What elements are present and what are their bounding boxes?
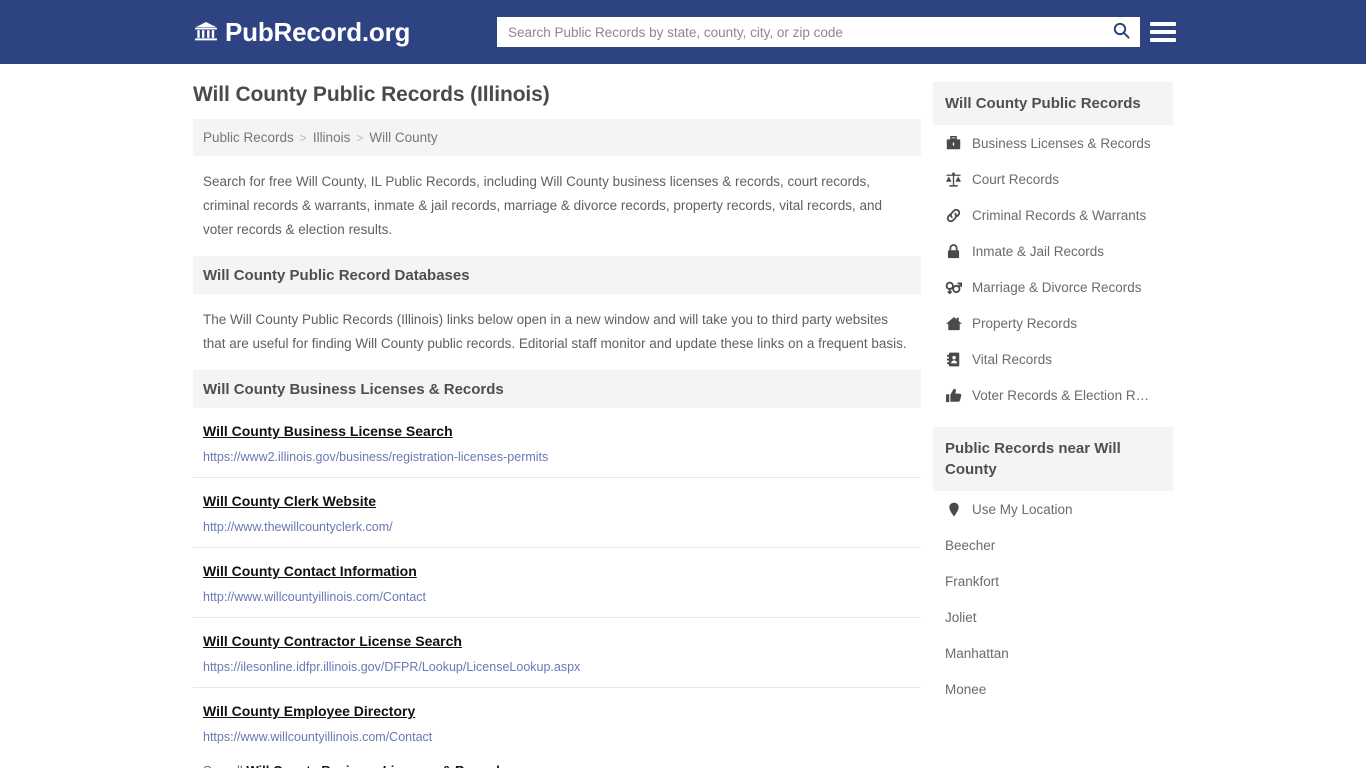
databases-description-text: The Will County Public Records (Illinois…: [203, 312, 907, 352]
hamburger-bar: [1150, 30, 1176, 34]
hamburger-bar: [1150, 38, 1176, 42]
list-item: Will County Contact Information http://w…: [193, 548, 921, 619]
result-link-url[interactable]: http://www.thewillcountyclerk.com/: [203, 519, 911, 535]
top-navigation-bar: PubRecord.org: [0, 0, 1366, 64]
business-links-list: Will County Business License Search http…: [193, 408, 921, 757]
sidebar-item-court-records[interactable]: Court Records: [933, 161, 1173, 197]
search-button[interactable]: [1103, 18, 1139, 46]
sidebar-item-label: Property Records: [972, 315, 1078, 331]
result-link-title[interactable]: Will County Business License Search: [203, 422, 453, 440]
sidebar-item-label: Inmate & Jail Records: [972, 243, 1105, 259]
sidebar-item-label: Voter Records & Election R…: [972, 387, 1150, 403]
sidebar-item-label: Joliet: [945, 609, 977, 625]
section-heading-business-licenses: Will County Business Licenses & Records: [193, 370, 921, 409]
sidebar-item-label: Vital Records: [972, 351, 1053, 367]
see-all-business-licenses-link[interactable]: Will County Business Licenses & Records: [246, 763, 507, 768]
sidebar-item-label: Court Records: [972, 171, 1060, 187]
sidebar-item-frankfort[interactable]: Frankfort: [933, 563, 1173, 599]
address-book-icon: [945, 352, 962, 367]
sidebar: Will County Public Records Business Lice…: [933, 82, 1173, 707]
sidebar-item-label: Manhattan: [945, 645, 1009, 661]
result-link-url[interactable]: https://www.willcountyillinois.com/Conta…: [203, 729, 911, 745]
balance-scale-icon: [945, 171, 962, 187]
site-logo-text: PubRecord.org: [225, 17, 411, 47]
sidebar-records-list: Business Licenses & Records Court Record…: [933, 125, 1173, 413]
sidebar-item-label: Use My Location: [972, 501, 1073, 517]
search-bar: [497, 17, 1140, 47]
breadcrumb-separator-icon: >: [356, 130, 364, 145]
sidebar-item-label: Business Licenses & Records: [972, 135, 1151, 151]
sidebar-item-beecher[interactable]: Beecher: [933, 527, 1173, 563]
sidebar-item-business-licenses[interactable]: Business Licenses & Records: [933, 125, 1173, 161]
sidebar-nearby-list: Use My Location Beecher Frankfort Joliet: [933, 491, 1173, 707]
result-link-title[interactable]: Will County Contact Information: [203, 562, 417, 580]
thumbs-up-icon: [945, 388, 962, 403]
lock-icon: [945, 243, 962, 259]
sidebar-item-inmate-jail-records[interactable]: Inmate & Jail Records: [933, 233, 1173, 269]
sidebar-item-marriage-divorce-records[interactable]: Marriage & Divorce Records: [933, 269, 1173, 305]
content-container: Will County Public Records (Illinois) Pu…: [193, 82, 1173, 768]
search-input[interactable]: [498, 18, 1103, 46]
sidebar-item-label: Beecher: [945, 537, 996, 553]
see-all-row: See all Will County Business Licenses & …: [193, 757, 921, 768]
sidebar-item-label: Criminal Records & Warrants: [972, 207, 1147, 223]
result-link-title[interactable]: Will County Contractor License Search: [203, 632, 462, 650]
page-body: Will County Public Records (Illinois) Pu…: [0, 64, 1366, 768]
sidebar-item-property-records[interactable]: Property Records: [933, 305, 1173, 341]
bank-icon: [195, 20, 217, 44]
sidebar-item-label: Monee: [945, 681, 987, 697]
map-pin-icon: [945, 502, 962, 517]
briefcase-icon: [945, 136, 962, 150]
breadcrumb-item-illinois[interactable]: Illinois: [313, 130, 351, 145]
sidebar-item-voter-records[interactable]: Voter Records & Election R…: [933, 377, 1173, 413]
intro-summary-text: Search for free Will County, IL Public R…: [203, 174, 882, 238]
sidebar-heading-nearby-records: Public Records near Will County: [933, 427, 1173, 491]
sidebar-item-vital-records[interactable]: Vital Records: [933, 341, 1173, 377]
sidebar-item-monee[interactable]: Monee: [933, 671, 1173, 707]
sidebar-item-joliet[interactable]: Joliet: [933, 599, 1173, 635]
result-link-title[interactable]: Will County Employee Directory: [203, 702, 415, 720]
sidebar-item-label: Marriage & Divorce Records: [972, 279, 1142, 295]
breadcrumb: Public Records > Illinois > Will County: [193, 119, 921, 157]
sidebar-item-label: Frankfort: [945, 573, 1000, 589]
breadcrumb-separator-icon: >: [299, 130, 307, 145]
home-icon: [945, 316, 962, 331]
list-item: Will County Business License Search http…: [193, 408, 921, 479]
section-heading-public-record-databases: Will County Public Record Databases: [193, 256, 921, 295]
search-icon: [1113, 22, 1130, 42]
page-title: Will County Public Records (Illinois): [193, 83, 550, 106]
list-item: Will County Contractor License Search ht…: [193, 618, 921, 689]
chain-link-icon: [945, 208, 962, 223]
breadcrumb-item-will-county: Will County: [369, 130, 438, 146]
result-link-url[interactable]: https://www2.illinois.gov/business/regis…: [203, 449, 911, 465]
breadcrumb-item-public-records[interactable]: Public Records: [203, 130, 294, 145]
list-item: Will County Employee Directory https://w…: [193, 688, 921, 757]
see-all-prefix: See all: [203, 763, 243, 768]
venus-mars-icon: [945, 280, 962, 295]
sidebar-item-use-my-location[interactable]: Use My Location: [933, 491, 1173, 527]
site-logo-link[interactable]: PubRecord.org: [195, 0, 410, 64]
result-link-url[interactable]: https://ilesonline.idfpr.illinois.gov/DF…: [203, 659, 911, 675]
main-column: Will County Public Records (Illinois) Pu…: [193, 82, 921, 768]
result-link-url[interactable]: http://www.willcountyillinois.com/Contac…: [203, 589, 911, 605]
sidebar-item-criminal-records[interactable]: Criminal Records & Warrants: [933, 197, 1173, 233]
sidebar-item-manhattan[interactable]: Manhattan: [933, 635, 1173, 671]
sidebar-heading-public-records: Will County Public Records: [933, 82, 1173, 125]
hamburger-menu-icon[interactable]: [1150, 18, 1176, 46]
list-item: Will County Clerk Website http://www.the…: [193, 478, 921, 549]
result-link-title[interactable]: Will County Clerk Website: [203, 492, 376, 510]
hamburger-bar: [1150, 22, 1176, 26]
